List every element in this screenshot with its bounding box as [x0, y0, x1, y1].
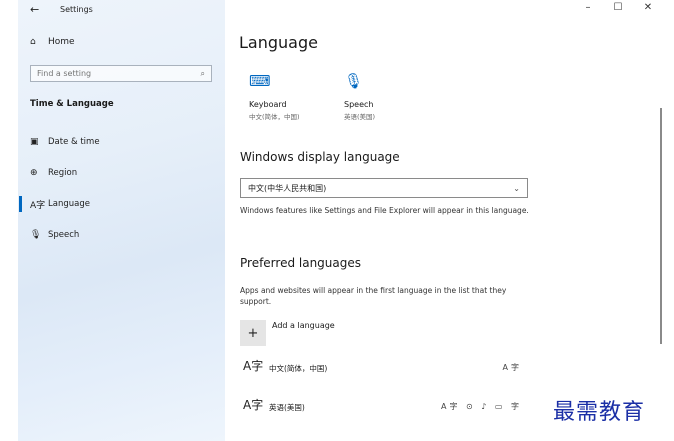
calendar-clock-icon: ▣: [30, 137, 39, 147]
quick-link-label: Speech: [344, 100, 374, 109]
language-icon: A字: [243, 398, 264, 412]
title-bar: ← Settings: [30, 2, 93, 16]
selection-indicator: [19, 196, 22, 212]
dropdown-value: 中文(中华人民共和国): [248, 183, 327, 193]
quick-link-sublabel: 英语(美国): [344, 113, 376, 121]
section-title: Time & Language: [30, 99, 114, 109]
chevron-down-icon: ⌄: [513, 183, 520, 193]
sidebar-item-speech[interactable]: 🎙 Speech: [30, 228, 79, 242]
sidebar-item-label: Date & time: [48, 137, 100, 147]
scrollbar[interactable]: [660, 108, 662, 344]
language-row-english[interactable]: A字 英语(美国) A字 ⊙ ♪ ▭ 字: [240, 396, 530, 426]
display-language-description: Windows features like Settings and File …: [240, 206, 529, 215]
sidebar-item-region[interactable]: ⊕ Region: [30, 166, 77, 180]
watermark: 最需教育: [553, 400, 646, 425]
back-arrow-icon[interactable]: ←: [30, 3, 48, 16]
search-icon[interactable]: ⌕: [201, 69, 205, 79]
sidebar-item-language[interactable]: A字 Language: [30, 197, 90, 211]
keyboard-icon: ⌨: [249, 72, 271, 90]
close-button[interactable]: ✕: [637, 0, 659, 14]
search-input[interactable]: [37, 69, 187, 78]
quick-link-label: Keyboard: [249, 100, 287, 109]
minimize-button[interactable]: –: [577, 0, 599, 14]
language-name: 英语(美国): [269, 403, 305, 412]
display-language-dropdown[interactable]: 中文(中华人民共和国) ⌄: [240, 178, 528, 198]
sidebar-item-label: Home: [48, 37, 75, 47]
quick-link-sublabel: 中文(简体，中国): [249, 113, 300, 121]
plus-icon: +: [247, 325, 259, 341]
search-box[interactable]: ⌕: [30, 65, 212, 82]
add-language-button[interactable]: +: [240, 320, 266, 346]
maximize-button[interactable]: ☐: [607, 0, 629, 14]
sidebar-item-label: Speech: [48, 230, 80, 240]
page-title: Language: [239, 33, 318, 52]
preferred-languages-heading: Preferred languages: [240, 256, 362, 270]
sidebar-item-date-time[interactable]: ▣ Date & time: [30, 135, 100, 149]
sidebar-item-label: Region: [48, 168, 78, 178]
microphone-icon: 🎙: [344, 72, 364, 90]
preferred-languages-description: Apps and websites will appear in the fir…: [240, 286, 507, 306]
home-icon: ⌂: [30, 37, 36, 47]
quick-link-keyboard[interactable]: ⌨ Keyboard 中文(简体，中国): [249, 72, 300, 121]
language-features: A字: [502, 363, 522, 372]
language-icon: A字: [30, 200, 46, 211]
language-name: 中文(简体，中国): [269, 364, 328, 373]
display-language-heading: Windows display language: [240, 150, 400, 164]
sidebar-item-home[interactable]: ⌂ Home: [30, 37, 75, 47]
quick-link-speech[interactable]: 🎙 Speech 英语(美国): [344, 72, 375, 121]
language-features: A字 ⊙ ♪ ▭ 字: [440, 402, 522, 411]
microphone-icon: 🎙: [30, 230, 42, 240]
window-title: Settings: [60, 4, 93, 14]
add-language-label[interactable]: Add a language: [272, 321, 335, 330]
language-icon: A字: [243, 359, 264, 373]
sidebar-item-label: Language: [48, 199, 90, 209]
globe-icon: ⊕: [30, 168, 38, 178]
language-row-chinese[interactable]: A字 中文(简体，中国) A字: [240, 357, 530, 387]
